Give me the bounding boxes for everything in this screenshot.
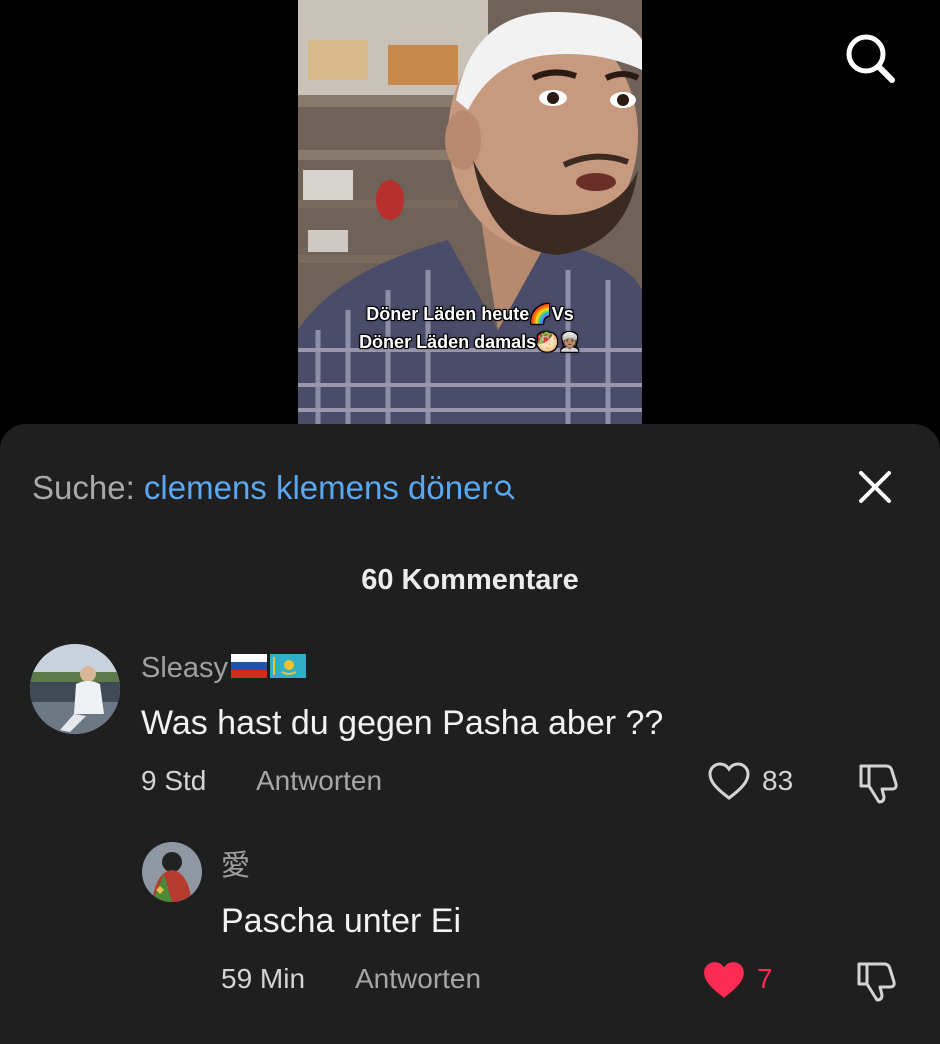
avatar[interactable] bbox=[142, 842, 202, 902]
comments-sheet: Suche: clemens klemens döner 60 Kommenta… bbox=[0, 424, 940, 1044]
close-icon bbox=[859, 471, 891, 503]
reply-button[interactable]: Antworten bbox=[355, 962, 481, 996]
video-caption: Döner Läden heute🌈Vs Döner Läden damals🥙… bbox=[298, 300, 642, 356]
comments-count: 60 Kommentare bbox=[361, 564, 579, 596]
thumbs-down-icon bbox=[859, 764, 898, 804]
comment-timestamp: 9 Std bbox=[141, 765, 207, 796]
search-icon bbox=[846, 34, 895, 83]
comment-text: Was hast du gegen Pasha aber ?? bbox=[141, 704, 664, 742]
like-button[interactable] bbox=[701, 960, 747, 1007]
reply-button[interactable]: Antworten bbox=[256, 764, 382, 798]
comment-username[interactable]: 愛 bbox=[221, 848, 250, 884]
like-button[interactable] bbox=[707, 762, 751, 807]
russia-flag-icon bbox=[231, 651, 268, 687]
like-count: 7 bbox=[757, 963, 773, 994]
close-button[interactable] bbox=[852, 464, 898, 510]
kazakhstan-flag-icon bbox=[270, 651, 307, 687]
video-player[interactable]: Döner Läden heute🌈Vs Döner Läden damals🥙… bbox=[0, 0, 940, 440]
caption-line-2: Döner Läden damals🥙👳🏽 bbox=[359, 332, 581, 352]
comment-username[interactable]: Sleasy bbox=[141, 650, 307, 687]
avatar[interactable] bbox=[30, 644, 120, 734]
thumbs-down-icon bbox=[857, 962, 896, 1002]
dislike-button[interactable] bbox=[854, 960, 900, 1007]
search-query-link[interactable]: clemens klemens döner bbox=[144, 469, 493, 506]
search-button[interactable] bbox=[840, 28, 900, 88]
caption-line-1: Döner Läden heute🌈Vs bbox=[366, 304, 574, 324]
dislike-button[interactable] bbox=[856, 762, 902, 809]
like-count: 83 bbox=[762, 765, 794, 796]
comment-text: Pascha unter Ei bbox=[221, 902, 462, 940]
video-thumbnail-image bbox=[298, 0, 642, 425]
video-frame[interactable]: Döner Läden heute🌈Vs Döner Läden damals🥙… bbox=[298, 0, 642, 425]
search-suggestion[interactable]: Suche: clemens klemens döner bbox=[32, 468, 516, 510]
search-prefix: Suche: bbox=[32, 469, 144, 506]
comment-timestamp: 59 Min bbox=[221, 963, 306, 994]
heart-filled-icon bbox=[704, 962, 744, 998]
heart-icon bbox=[708, 762, 750, 800]
search-icon bbox=[494, 470, 516, 510]
